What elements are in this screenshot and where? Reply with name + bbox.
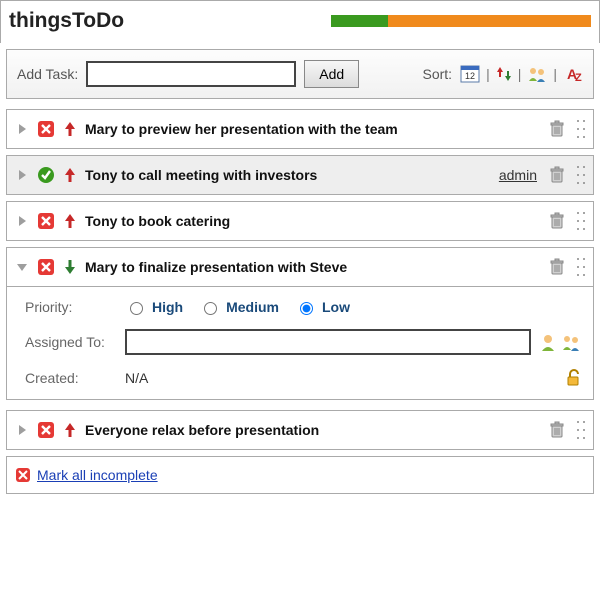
task-row[interactable]: Tony to call meeting with investors admin [6, 155, 594, 195]
disclosure-icon[interactable] [15, 122, 29, 136]
sort-assignee-icon[interactable] [527, 65, 547, 83]
incomplete-icon[interactable] [37, 421, 55, 439]
priority-up-icon[interactable] [63, 421, 77, 439]
add-sort-bar: Add Task: Add Sort: 12 | | | AZ [6, 49, 594, 99]
delete-icon[interactable] [549, 421, 565, 439]
incomplete-icon[interactable] [37, 212, 55, 230]
sort-alpha-icon[interactable]: AZ [563, 65, 583, 83]
priority-label: Priority: [25, 299, 125, 315]
created-label: Created: [25, 370, 125, 386]
delete-icon[interactable] [549, 212, 565, 230]
disclosure-icon[interactable] [15, 423, 29, 437]
task-row[interactable]: Tony to book catering [6, 201, 594, 241]
drag-handle-icon[interactable] [577, 421, 585, 439]
task-details: Priority:High Medium Low Assigned To: Create… [6, 287, 594, 400]
footer: Mark all incomplete [6, 456, 594, 494]
drag-handle-icon[interactable] [577, 258, 585, 276]
add-task-input[interactable] [86, 61, 296, 87]
disclosure-icon[interactable] [15, 260, 29, 274]
progress-bar [331, 15, 591, 27]
complete-icon[interactable] [37, 166, 55, 184]
titlebar: thingsToDo [0, 0, 600, 43]
delete-icon[interactable] [549, 258, 565, 276]
sort-icons: 12 | | | AZ [460, 65, 583, 83]
priority-low-radio[interactable]: Low [295, 299, 350, 315]
disclosure-icon[interactable] [15, 168, 29, 182]
task-title: Everyone relax before presentation [85, 422, 541, 438]
sort-label: Sort: [423, 66, 453, 82]
people-icon[interactable] [561, 333, 581, 351]
task-title: Tony to book catering [85, 213, 541, 229]
task-row[interactable]: Everyone relax before presentation [6, 410, 594, 450]
sort-date-icon[interactable]: 12 [460, 65, 480, 83]
drag-handle-icon[interactable] [577, 212, 585, 230]
task-title: Mary to finalize presentation with Steve [85, 259, 541, 275]
svg-text:12: 12 [465, 71, 475, 81]
priority-up-icon[interactable] [63, 166, 77, 184]
add-task-button[interactable]: Add [304, 60, 359, 88]
task-row[interactable]: Mary to finalize presentation with Steve [6, 247, 594, 287]
priority-high-radio[interactable]: High [125, 299, 183, 315]
drag-handle-icon[interactable] [577, 120, 585, 138]
created-value: N/A [125, 370, 531, 386]
task-row[interactable]: Mary to preview her presentation with th… [6, 109, 594, 149]
app-title: thingsToDo [9, 9, 331, 33]
priority-options: High Medium Low [125, 299, 531, 315]
task-owner[interactable]: admin [499, 167, 537, 183]
drag-handle-icon[interactable] [577, 166, 585, 184]
delete-icon[interactable] [549, 120, 565, 138]
assigned-to-input[interactable] [125, 329, 531, 355]
svg-text:Z: Z [575, 72, 582, 83]
priority-up-icon[interactable] [63, 212, 77, 230]
add-task-label: Add Task: [17, 66, 78, 82]
delete-icon[interactable] [549, 166, 565, 184]
progress-remaining [388, 15, 591, 27]
task-title: Tony to call meeting with investors [85, 167, 491, 183]
sort-priority-icon[interactable] [496, 65, 512, 83]
task-title: Mary to preview her presentation with th… [85, 121, 541, 137]
disclosure-icon[interactable] [15, 214, 29, 228]
priority-down-icon[interactable] [63, 258, 77, 276]
incomplete-icon[interactable] [37, 120, 55, 138]
progress-done [331, 15, 388, 27]
incomplete-icon[interactable] [37, 258, 55, 276]
incomplete-icon [15, 467, 31, 483]
mark-all-incomplete-link[interactable]: Mark all incomplete [37, 467, 158, 483]
assigned-label: Assigned To: [25, 334, 125, 350]
priority-medium-radio[interactable]: Medium [199, 299, 279, 315]
person-icon[interactable] [539, 333, 557, 351]
priority-up-icon[interactable] [63, 120, 77, 138]
unlock-icon[interactable] [565, 369, 581, 387]
